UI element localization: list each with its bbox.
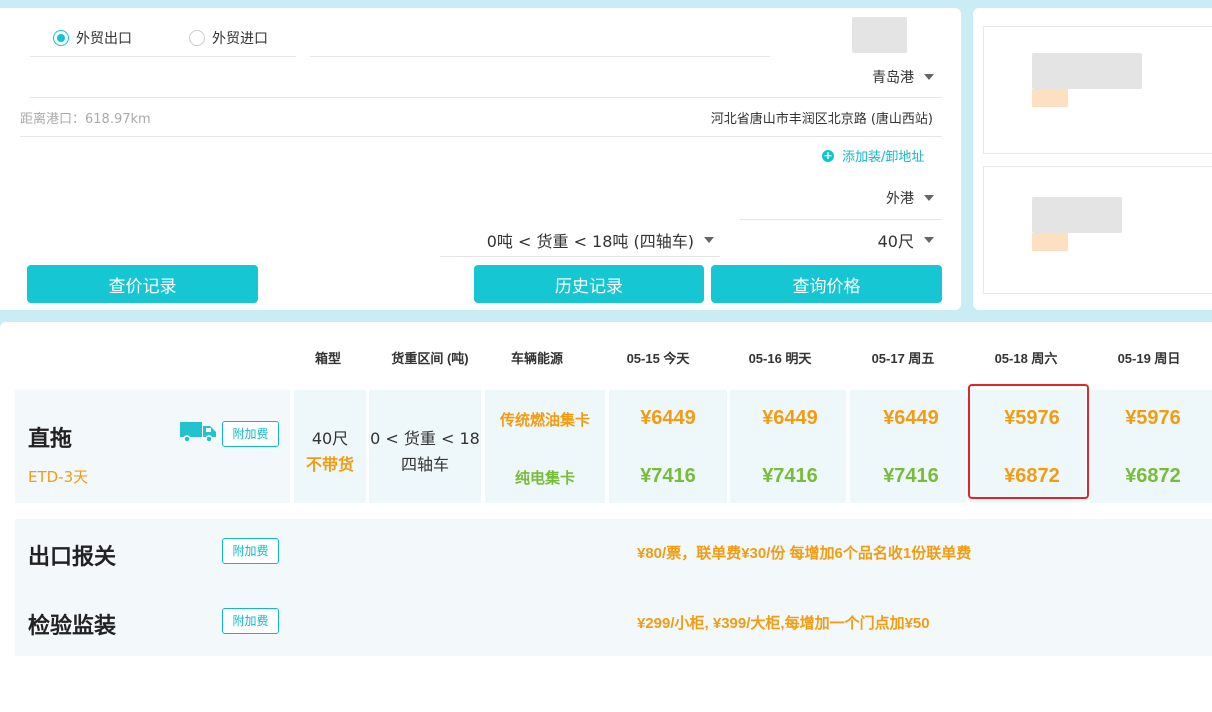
divider [440,256,720,257]
divider [740,219,942,220]
customs-title: 出口报关 [28,544,117,569]
radio-import-label: 外贸进口 [212,31,268,47]
history-button[interactable]: 历史记录 [474,265,704,303]
header-box-type: 箱型 [314,351,341,366]
surcharge-tag[interactable]: 附加费 [222,538,279,564]
fuel-price[interactable]: ¥6449 [609,407,727,430]
divider [20,136,942,137]
no-cargo-label: 不带货 [305,455,354,474]
add-address-link[interactable]: + 添加装/卸地址 [822,146,924,165]
port-select[interactable]: 青岛港 [740,68,934,86]
energy-fuel-label: 传统燃油集卡 [499,412,590,429]
box-type-value: 40尺 [311,429,349,448]
chevron-down-icon [924,237,934,243]
terminal-select[interactable]: 外港 [740,189,934,207]
radio-export-dot[interactable] [53,30,69,46]
blurred-image [1032,53,1142,89]
blurred-image [852,17,907,53]
energy-electric-label: 纯电集卡 [514,470,575,487]
chevron-down-icon [704,237,714,243]
query-price-button[interactable]: 查询价格 [711,265,942,303]
inspection-note: ¥299/小柜, ¥399/大柜,每增加一个门点加¥50 [637,615,930,632]
blurred-image [1032,89,1068,107]
electric-price[interactable]: ¥7416 [731,465,849,488]
highlight-box [968,384,1089,499]
divider [30,97,942,98]
radio-export-label: 外贸出口 [76,31,132,47]
etd-text: ETD-3天 [28,468,89,486]
port-select-value: 青岛港 [872,70,914,86]
customs-note: ¥80/票，联单费¥30/份 每增加6个品名收1份联单费 [637,545,972,562]
radio-export[interactable]: 外贸出口 [53,28,132,48]
row-cell [15,519,1212,656]
header-date: 05-15 今天 [626,351,690,366]
container-select[interactable]: 40尺 [740,230,934,251]
fuel-price[interactable]: ¥6449 [852,407,970,430]
electric-price[interactable]: ¥6872 [1094,465,1212,488]
weight-select-value: 0吨 < 货重 < 18吨 (四轴车) [486,232,694,251]
divider [30,56,296,57]
truck-icon [180,419,218,443]
fuel-price[interactable]: ¥5976 [1094,407,1212,430]
weight-select[interactable]: 0吨 < 货重 < 18吨 (四轴车) [440,230,714,251]
header-date: 05-16 明天 [748,351,812,366]
blurred-image [1032,233,1068,251]
drayage-title: 直拖 [28,426,73,451]
header-energy: 车辆能源 [510,351,563,366]
divider [310,56,770,57]
side-item[interactable] [983,26,1212,154]
terminal-select-value: 外港 [886,191,914,207]
electric-price[interactable]: ¥7416 [609,465,727,488]
plus-circle-icon: + [822,148,834,162]
side-item[interactable] [983,166,1212,294]
blurred-image [1032,197,1122,233]
weight-value: 0 < 货重 < 18 [370,429,480,448]
price-record-button[interactable]: 查价记录 [27,265,258,303]
radio-import-dot[interactable] [189,30,205,46]
header-date: 05-19 周日 [1117,351,1181,366]
inspection-title: 检验监装 [28,613,117,638]
header-date: 05-18 周六 [994,351,1058,366]
fuel-price[interactable]: ¥6449 [731,407,849,430]
add-address-label: 添加装/卸地址 [842,150,925,165]
surcharge-tag[interactable]: 附加费 [222,608,279,634]
header-date: 05-17 周五 [871,351,935,366]
radio-import[interactable]: 外贸进口 [189,28,268,48]
surcharge-tag[interactable]: 附加费 [222,421,279,447]
chevron-down-icon [924,195,934,201]
distance-text: 距离港口：618.97km [20,112,151,127]
address-text[interactable]: 河北省唐山市丰润区北京路 (唐山西站) [600,108,933,127]
container-select-value: 40尺 [877,232,914,251]
axle-value: 四轴车 [400,455,449,474]
chevron-down-icon [924,74,934,80]
electric-price[interactable]: ¥7416 [852,465,970,488]
